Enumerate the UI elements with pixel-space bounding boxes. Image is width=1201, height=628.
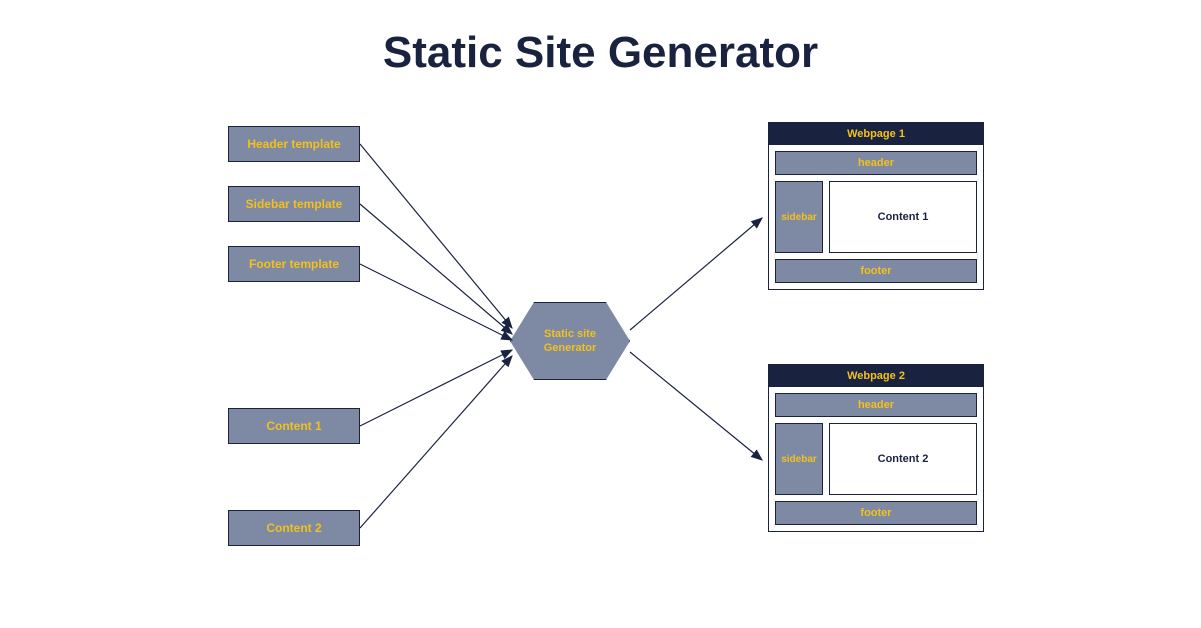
webpage-2-header: header — [775, 393, 977, 417]
box-header-template: Header template — [228, 126, 360, 162]
webpage-1-footer: footer — [775, 259, 977, 283]
arrow-footer-to-gen — [360, 264, 512, 340]
arrow-sidebar-to-gen — [360, 204, 512, 334]
box-content-2: Content 2 — [228, 510, 360, 546]
box-footer-template: Footer template — [228, 246, 360, 282]
arrow-gen-to-wp1 — [630, 218, 762, 330]
webpage-1-content: Content 1 — [829, 181, 977, 253]
webpage-2-sidebar: sidebar — [775, 423, 823, 495]
arrow-content2-to-gen — [360, 356, 512, 528]
webpage-1-sidebar: sidebar — [775, 181, 823, 253]
generator-label: Static site Generator — [544, 327, 597, 356]
webpage-2-footer: footer — [775, 501, 977, 525]
box-content-1: Content 1 — [228, 408, 360, 444]
webpage-2-title: Webpage 2 — [769, 365, 983, 387]
box-sidebar-template: Sidebar template — [228, 186, 360, 222]
webpage-1: Webpage 1 header sidebar Content 1 foote… — [768, 122, 984, 290]
diagram-title: Static Site Generator — [383, 28, 818, 78]
webpage-2-content: Content 2 — [829, 423, 977, 495]
webpage-2: Webpage 2 header sidebar Content 2 foote… — [768, 364, 984, 532]
arrow-header-to-gen — [360, 144, 512, 328]
arrow-content1-to-gen — [360, 350, 512, 426]
webpage-1-title: Webpage 1 — [769, 123, 983, 145]
arrow-gen-to-wp2 — [630, 352, 762, 460]
generator-node: Static site Generator — [510, 302, 630, 380]
webpage-1-header: header — [775, 151, 977, 175]
